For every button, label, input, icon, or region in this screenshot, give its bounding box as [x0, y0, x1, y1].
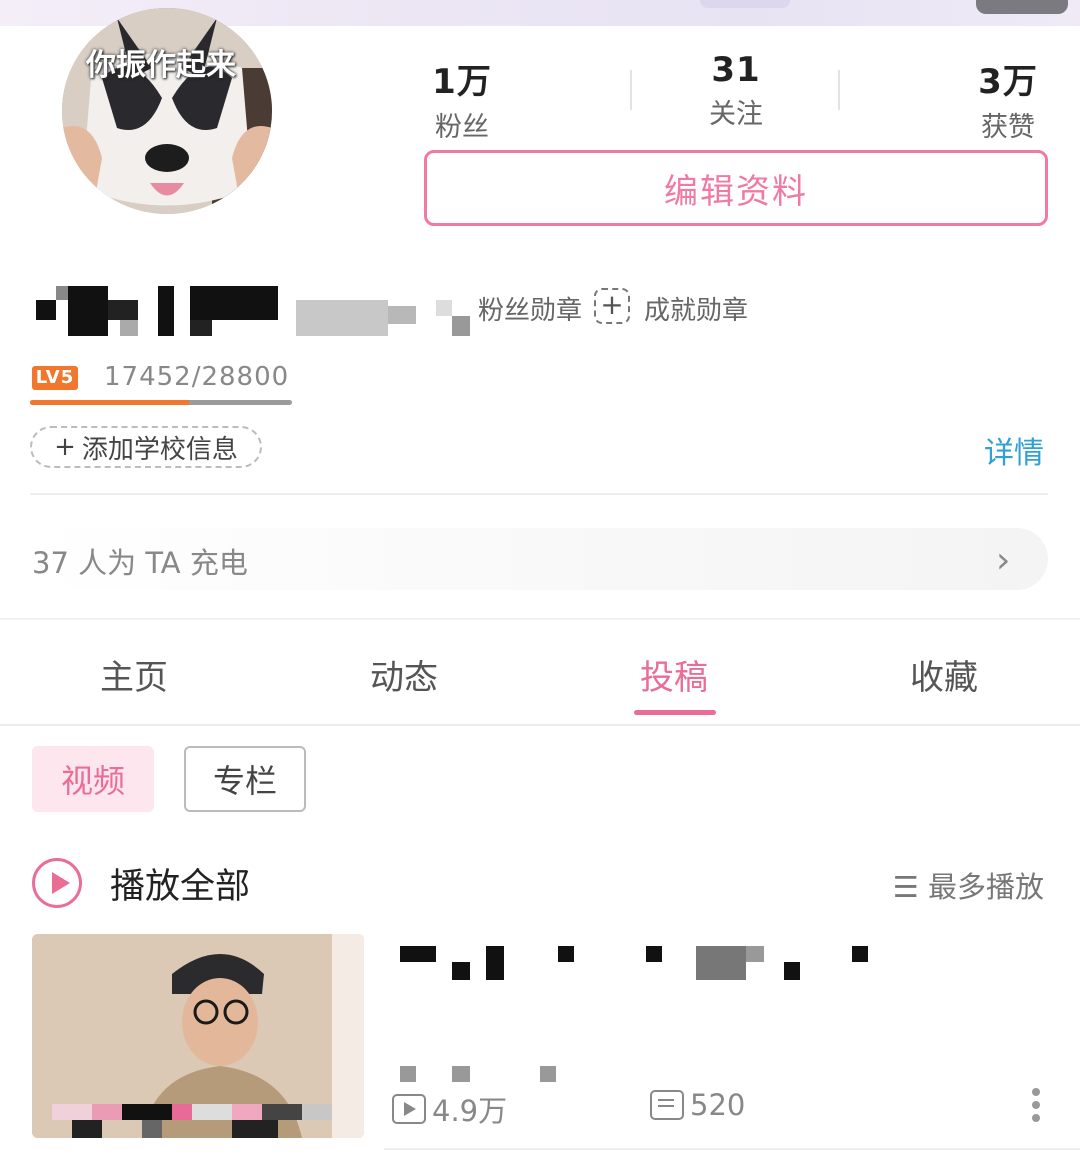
- stat-divider: [630, 70, 632, 110]
- video-comments: 520: [650, 1088, 745, 1122]
- banner-corner-button[interactable]: [976, 0, 1068, 14]
- chip-column[interactable]: 专栏: [184, 746, 306, 812]
- achievement-badge-link[interactable]: 成就勋章: [644, 290, 748, 327]
- stat-following-value: 31: [711, 50, 761, 90]
- tab-dynamics[interactable]: 动态: [334, 650, 474, 699]
- sort-label: 最多播放: [927, 870, 1044, 904]
- charge-text: 37 人为 TA 充电: [32, 546, 248, 580]
- video-thumbnail[interactable]: [32, 934, 364, 1138]
- add-school-button[interactable]: + 添加学校信息: [30, 426, 262, 468]
- detail-link[interactable]: 详情: [984, 428, 1044, 472]
- comment-icon: [650, 1090, 684, 1120]
- view-count: 4.9万: [432, 1094, 508, 1128]
- stat-likes-value: 3万: [978, 62, 1038, 102]
- divider: [384, 1148, 1080, 1150]
- tab-favorites[interactable]: 收藏: [874, 650, 1014, 699]
- sort-icon: ☰: [892, 870, 919, 904]
- edit-profile-button[interactable]: 编辑资料: [424, 150, 1048, 226]
- tabs-divider: [0, 724, 1080, 726]
- comment-count: 520: [690, 1088, 746, 1122]
- play-all-button[interactable]: 播放全部: [110, 858, 250, 909]
- plus-icon: +: [54, 432, 76, 462]
- chip-video[interactable]: 视频: [32, 746, 154, 812]
- avatar-image: [62, 8, 272, 214]
- banner-decoration: [700, 0, 790, 8]
- avatar-caption: 你振作起来: [86, 48, 236, 83]
- divider: [30, 493, 1048, 495]
- sort-button[interactable]: ☰ 最多播放: [893, 864, 1044, 906]
- add-school-label: 添加学校信息: [81, 434, 238, 465]
- level-badge: LV5: [32, 366, 78, 390]
- exp-text: 17452/28800: [104, 362, 290, 392]
- stat-fans-label: 粉丝: [435, 112, 489, 143]
- exp-progress-fill: [30, 400, 189, 405]
- add-badge-icon: +: [594, 288, 630, 324]
- video-views: 4.9万: [392, 1088, 507, 1130]
- tab-home[interactable]: 主页: [64, 650, 204, 699]
- exp-progress-bar: [30, 400, 292, 405]
- stat-divider: [838, 70, 840, 110]
- more-icon[interactable]: [1028, 1088, 1044, 1128]
- view-count-icon: [392, 1094, 426, 1124]
- tab-submissions[interactable]: 投稿: [604, 650, 744, 699]
- chevron-right-icon: ›: [996, 540, 1011, 581]
- avatar[interactable]: 你振作起来: [62, 8, 272, 214]
- active-tab-indicator: [634, 710, 716, 715]
- stat-following[interactable]: 31 关注: [686, 50, 786, 131]
- fan-badge-link[interactable]: 粉丝勋章: [478, 290, 582, 327]
- stat-likes[interactable]: 3万 获赞: [958, 54, 1058, 144]
- stat-fans-value: 1万: [432, 62, 492, 102]
- stat-likes-label: 获赞: [981, 112, 1035, 143]
- profile-tabs: 主页 动态 投稿 收藏: [0, 620, 1080, 724]
- stat-fans[interactable]: 1万 粉丝: [412, 54, 512, 144]
- play-circle-icon[interactable]: [32, 858, 82, 908]
- stat-following-label: 关注: [709, 99, 763, 130]
